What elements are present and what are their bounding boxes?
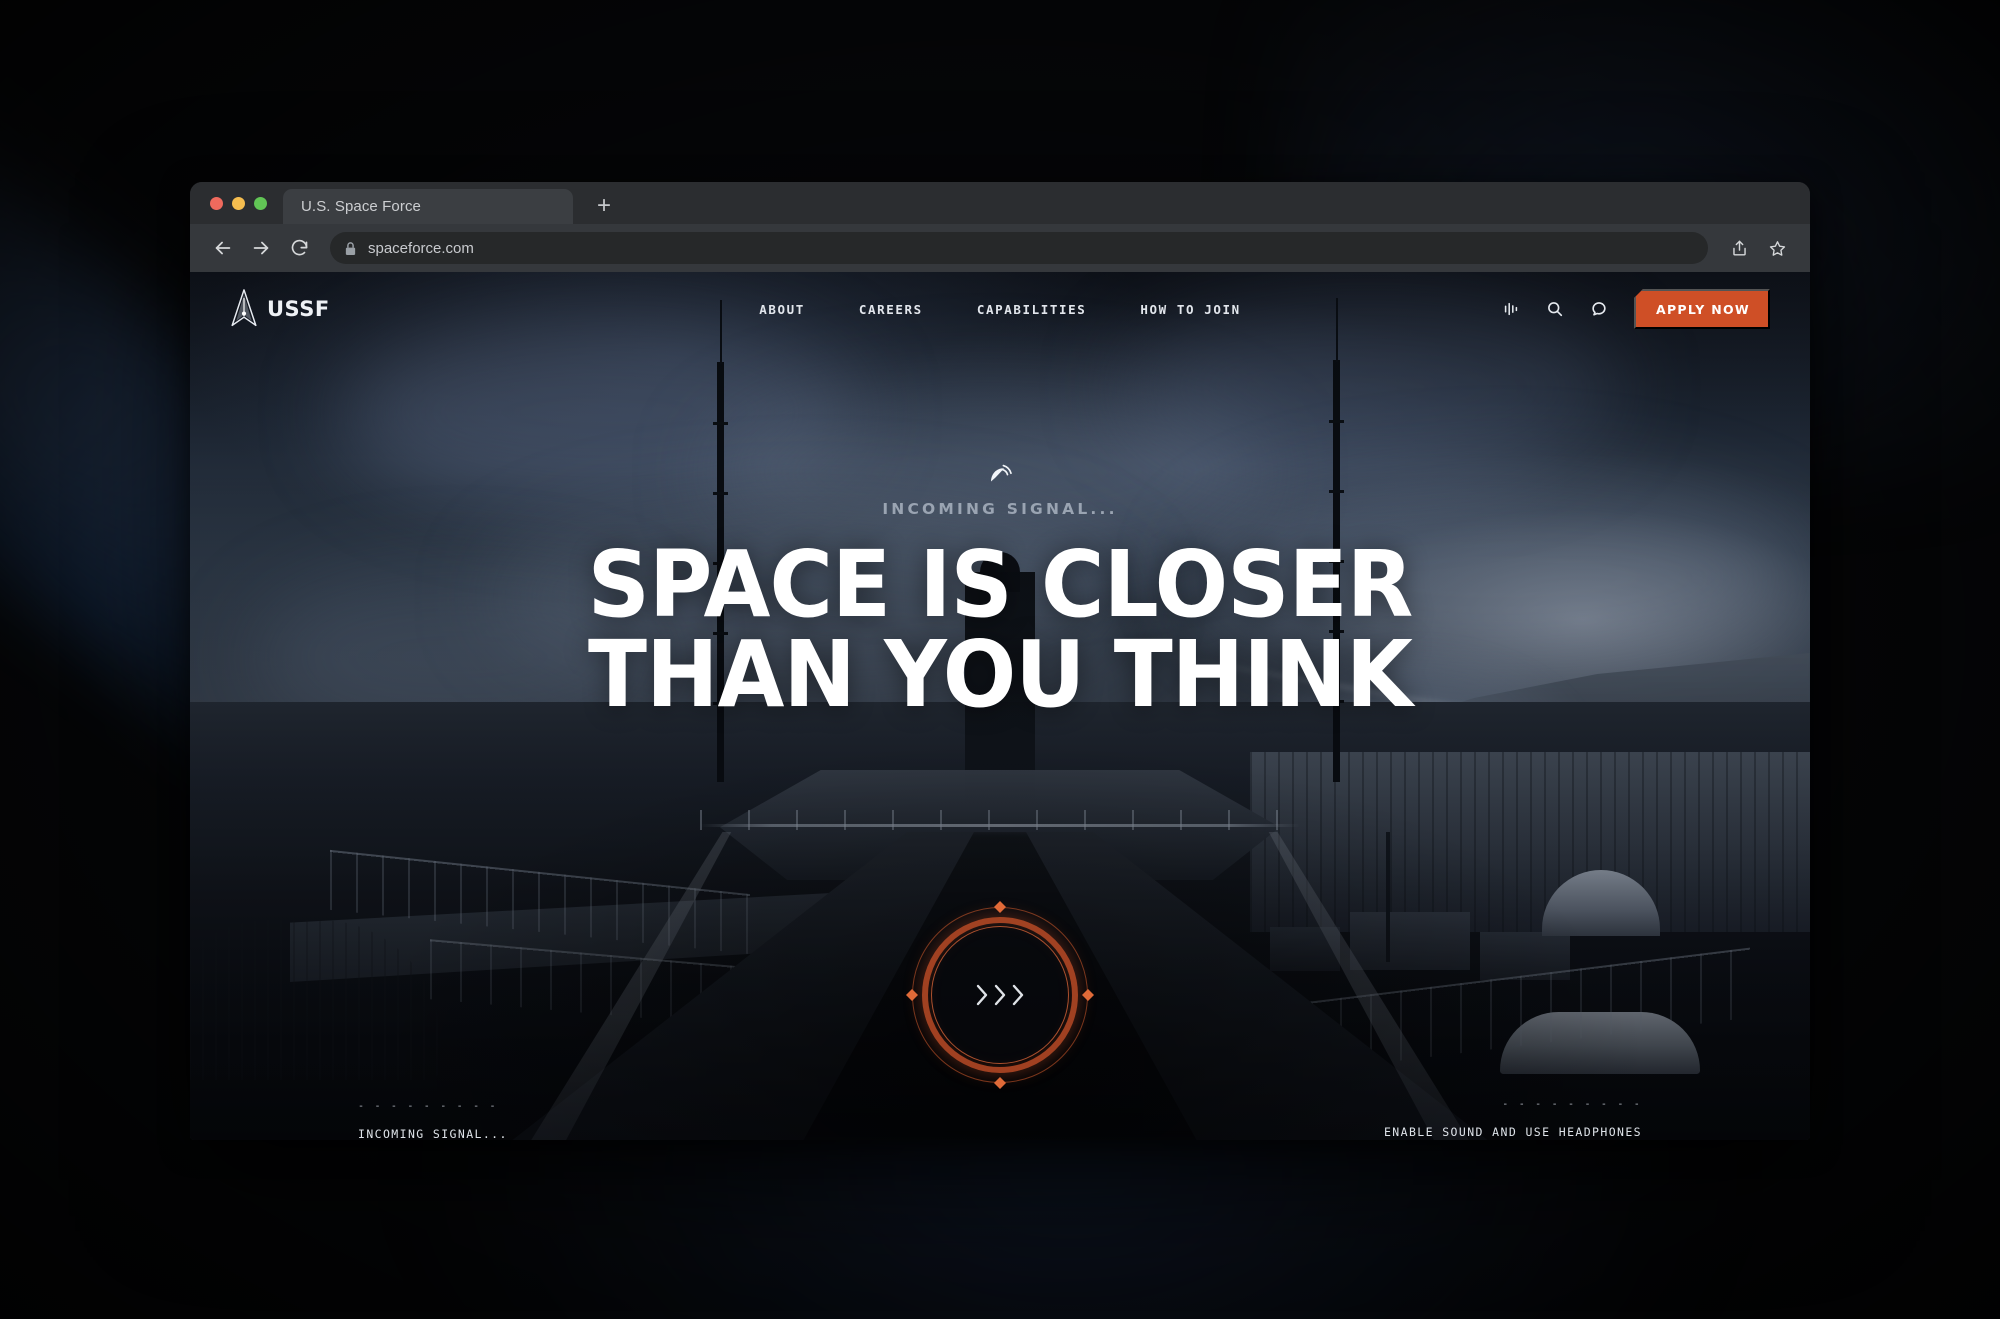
chat-bubble-icon[interactable] [1590,300,1608,318]
toolbar-actions [1722,231,1794,265]
headline-line-2: THAN YOU THINK [588,621,1413,729]
browser-tab-strip: U.S. Space Force + [190,182,1810,224]
window-traffic-lights[interactable] [204,182,279,224]
inner-disc [931,926,1069,1064]
nav-item-careers[interactable]: CAREERS [859,302,923,317]
satellite-dish-icon [991,464,1012,482]
status-right-line-1: ENABLE SOUND AND USE HEADPHONES [1383,1125,1642,1139]
star-icon[interactable] [1760,231,1794,265]
audio-bars-icon[interactable] [1502,300,1520,318]
main-navigation: ABOUT CAREERS CAPABILITIES HOW TO JOIN [759,302,1240,317]
site-viewport: USSF ABOUT CAREERS CAPABILITIES HOW TO J… [190,272,1810,1140]
status-left-top-dashes: - - - - - - - - - [358,1101,498,1112]
ussf-delta-logo-icon [231,289,257,327]
close-window-button[interactable] [210,196,223,210]
back-arrow-icon[interactable] [206,231,240,265]
brand-logo[interactable]: USSF [230,289,330,329]
incoming-signal-block: INCOMING SIGNAL... [190,460,1810,518]
browser-toolbar: spaceforce.com [190,224,1810,272]
site-header: USSF ABOUT CAREERS CAPABILITIES HOW TO J… [190,272,1810,346]
share-icon[interactable] [1722,231,1756,265]
nav-item-about[interactable]: ABOUT [759,302,805,317]
header-actions: APPLY NOW [1502,289,1770,329]
apply-now-button[interactable]: APPLY NOW [1634,289,1770,329]
address-bar-url: spaceforce.com [368,239,474,257]
reload-icon[interactable] [282,231,316,265]
search-icon[interactable] [1546,300,1564,318]
browser-tab[interactable]: U.S. Space Force [283,189,573,224]
minimize-window-button[interactable] [232,196,245,210]
new-tab-button[interactable]: + [587,189,621,223]
browser-window: U.S. Space Force + spaceforce.com USSF A… [190,182,1810,1140]
lock-icon [344,241,357,256]
browser-tab-title: U.S. Space Force [301,198,421,215]
triple-chevron-right-icon [974,980,1026,1010]
headline-line-1: SPACE IS CLOSER [587,531,1414,638]
status-right-top-dashes: - - - - - - - - - [1502,1099,1642,1110]
nav-item-capabilities[interactable]: CAPABILITIES [977,302,1087,317]
status-block-right: - - - - - - - - - ENABLE SOUND AND USE H… [1384,1100,1642,1140]
address-bar[interactable]: spaceforce.com [330,232,1708,264]
incoming-signal-label: INCOMING SIGNAL... [882,500,1118,518]
maximize-window-button[interactable] [254,196,267,210]
hero-headline: SPACE IS CLOSER THAN YOU THINK [190,531,1810,729]
nav-item-how-to-join[interactable]: HOW TO JOIN [1140,302,1240,317]
status-left-line-1: INCOMING SIGNAL... [358,1127,508,1140]
forward-arrow-icon[interactable] [244,231,278,265]
enter-site-button[interactable] [906,901,1094,1089]
brand-name: USSF [267,297,330,321]
status-block-left: - - - - - - - - - INCOMING SIGNAL... PRE… [358,1101,583,1141]
